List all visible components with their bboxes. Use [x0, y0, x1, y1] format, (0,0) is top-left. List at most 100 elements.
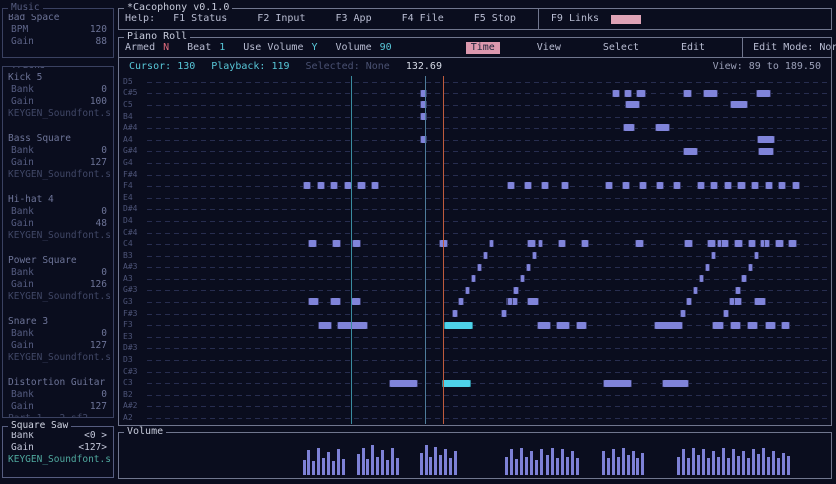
note[interactable]	[452, 310, 457, 317]
note[interactable]	[748, 240, 757, 247]
note[interactable]	[724, 182, 732, 189]
note[interactable]	[751, 182, 759, 189]
note[interactable]	[489, 240, 494, 247]
note[interactable]	[330, 182, 338, 189]
note[interactable]	[735, 287, 740, 294]
note[interactable]	[778, 182, 786, 189]
note[interactable]	[680, 310, 685, 317]
note-grid[interactable]	[147, 76, 829, 424]
note[interactable]	[703, 90, 718, 97]
selected-gain-value[interactable]: <127>	[78, 442, 107, 454]
note[interactable]	[760, 240, 765, 247]
track-item[interactable]: Hi-hat 4Bank0Gain48KEYGEN_Soundfont.s	[5, 194, 111, 242]
note[interactable]	[576, 322, 588, 329]
tab-select[interactable]: Select	[598, 42, 644, 54]
note[interactable]	[501, 310, 506, 317]
note[interactable]	[538, 240, 543, 247]
note[interactable]	[332, 240, 341, 247]
note[interactable]	[622, 182, 630, 189]
note[interactable]	[605, 182, 613, 189]
note[interactable]	[420, 101, 427, 108]
note[interactable]	[352, 240, 361, 247]
note[interactable]	[561, 182, 569, 189]
note[interactable]	[527, 298, 539, 305]
note[interactable]	[683, 148, 698, 155]
note[interactable]	[625, 101, 641, 108]
note[interactable]	[734, 240, 743, 247]
note[interactable]	[477, 264, 482, 271]
use-volume-field[interactable]: Use Volume Y	[243, 42, 317, 54]
note[interactable]	[730, 101, 748, 108]
tab-edit[interactable]: Edit	[676, 42, 710, 54]
note[interactable]	[673, 182, 681, 189]
note[interactable]	[654, 322, 683, 329]
note[interactable]	[758, 148, 774, 155]
note[interactable]	[711, 252, 716, 259]
note[interactable]	[775, 240, 784, 247]
note[interactable]	[507, 298, 512, 305]
track-item[interactable]: Bass SquareBank0Gain127KEYGEN_Soundfont.…	[5, 133, 111, 181]
note[interactable]	[635, 240, 644, 247]
note[interactable]	[303, 182, 311, 189]
note[interactable]	[693, 287, 698, 294]
note[interactable]	[541, 182, 549, 189]
note[interactable]	[458, 298, 463, 305]
note[interactable]	[765, 322, 777, 329]
selected-track-panel[interactable]: Square Saw Bank <0 > Gain <127> KEYGEN_S…	[2, 426, 114, 478]
note[interactable]	[471, 275, 476, 282]
note[interactable]	[741, 275, 746, 282]
note[interactable]	[624, 90, 632, 97]
track-item[interactable]: Kick 5Bank0Gain100KEYGEN_Soundfont.s	[5, 72, 111, 120]
note[interactable]	[330, 298, 341, 305]
note[interactable]	[581, 240, 590, 247]
note[interactable]	[683, 90, 692, 97]
menu-item-f4[interactable]: F4 File	[402, 13, 444, 25]
note[interactable]	[527, 240, 536, 247]
note[interactable]	[317, 182, 325, 189]
note[interactable]	[723, 310, 728, 317]
menu-item-f1[interactable]: F1 Status	[173, 13, 227, 25]
note[interactable]	[712, 322, 724, 329]
note[interactable]	[788, 240, 797, 247]
tab-time[interactable]: Time	[466, 42, 500, 54]
note[interactable]	[351, 298, 362, 305]
note[interactable]	[420, 90, 427, 97]
note[interactable]	[737, 182, 745, 189]
note[interactable]	[717, 240, 722, 247]
note[interactable]	[686, 298, 691, 305]
note[interactable]	[639, 182, 647, 189]
menu-item-f2[interactable]: F2 Input	[257, 13, 305, 25]
note[interactable]	[444, 322, 473, 329]
selected-bank-value[interactable]: <0 >	[84, 430, 107, 442]
note[interactable]	[318, 322, 332, 329]
note[interactable]	[357, 182, 365, 189]
note[interactable]	[526, 264, 531, 271]
note[interactable]	[757, 136, 775, 143]
note[interactable]	[636, 90, 647, 97]
menu-item-f5[interactable]: F5 Stop	[474, 13, 516, 25]
track-item[interactable]: Distortion GuitarBank0Gain127Part_1___2.…	[5, 377, 111, 418]
note[interactable]	[699, 275, 704, 282]
note[interactable]	[623, 124, 635, 131]
note[interactable]	[684, 240, 693, 247]
track-item[interactable]: Power SquareBank0Gain126KEYGEN_Soundfont…	[5, 255, 111, 303]
note[interactable]	[781, 322, 791, 329]
note[interactable]	[308, 240, 317, 247]
note[interactable]	[532, 252, 537, 259]
note[interactable]	[747, 322, 759, 329]
note[interactable]	[465, 287, 470, 294]
note[interactable]	[748, 264, 753, 271]
armed-field[interactable]: Armed N	[125, 42, 169, 54]
menu-item-f3[interactable]: F3 App	[335, 13, 371, 25]
note[interactable]	[556, 322, 570, 329]
menu-item-f9-links[interactable]: F9 Links	[551, 13, 599, 25]
note[interactable]	[507, 182, 515, 189]
track-item[interactable]: Snare 3Bank0Gain127KEYGEN_Soundfont.s	[5, 316, 111, 364]
note[interactable]	[765, 182, 773, 189]
note[interactable]	[337, 322, 368, 329]
note[interactable]	[697, 182, 705, 189]
note[interactable]	[520, 275, 525, 282]
note[interactable]	[655, 124, 670, 131]
note[interactable]	[730, 322, 742, 329]
note[interactable]	[558, 240, 567, 247]
